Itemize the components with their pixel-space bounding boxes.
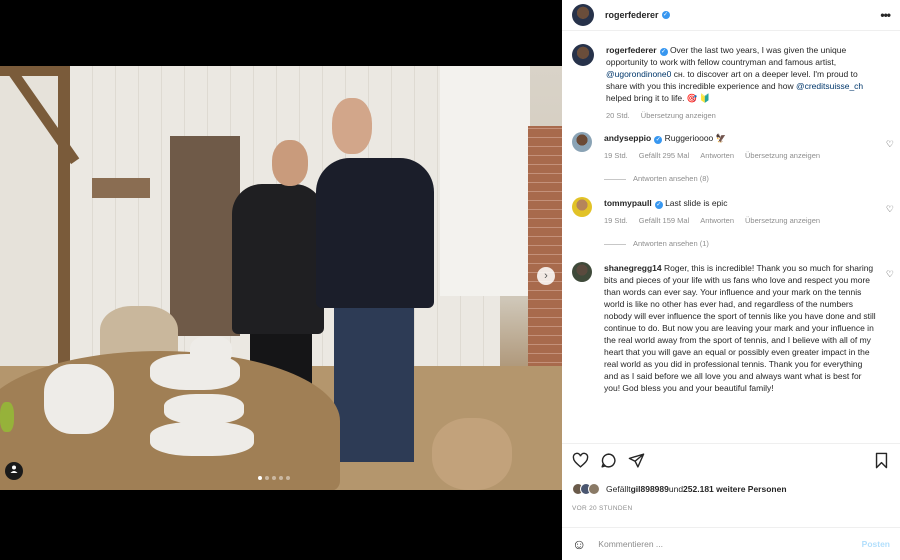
comment-bubble-icon[interactable] [600, 452, 617, 469]
more-options-icon[interactable]: ••• [880, 8, 891, 22]
media-pane: › [0, 0, 562, 560]
post-actions [562, 443, 900, 477]
carousel-dot [286, 476, 290, 480]
caption: rogerfederer ✓ Over the last two years, I… [572, 44, 890, 122]
add-comment-bar: ☺ Posten [562, 527, 900, 560]
caption-text: helped bring it to life. 🎯 🔰 [606, 93, 711, 103]
comment: shanegregg14 Roger, this is incredible! … [572, 262, 894, 394]
comment-username[interactable]: shanegregg14 [604, 263, 662, 273]
verified-badge-icon: ✓ [659, 48, 668, 56]
commenter-avatar[interactable] [572, 197, 592, 217]
carousel-dot [265, 476, 269, 480]
translate-link[interactable]: Übersetzung anzeigen [745, 215, 820, 227]
comment-time: 19 Std. [604, 216, 628, 225]
likes-middle: und [668, 484, 684, 494]
view-replies[interactable]: Antworten ansehen (8) [604, 173, 876, 185]
caption-username[interactable]: rogerfederer [606, 45, 657, 55]
carousel-dot [272, 476, 276, 480]
like-comment-heart-icon[interactable]: ♡ [886, 138, 894, 150]
likes-summary: Gefällt gil898989 und 252.181 weitere Pe… [572, 483, 787, 495]
post-header: rogerfederer ✓ ••• [562, 0, 900, 31]
save-bookmark-icon[interactable] [873, 452, 890, 469]
comment-likes[interactable]: Gefällt 159 Mal [639, 215, 689, 227]
mention-link[interactable]: @creditsuisse_ch [796, 81, 863, 91]
liker-username[interactable]: gil898989 [631, 484, 669, 494]
carousel-dot [279, 476, 283, 480]
translate-link[interactable]: Übersetzung anzeigen [745, 150, 820, 162]
like-comment-heart-icon[interactable]: ♡ [886, 203, 894, 215]
caption-time: 20 Std. [606, 111, 630, 120]
share-send-icon[interactable] [628, 452, 645, 469]
comment-text: Roger, this is incredible! Thank you so … [604, 263, 876, 393]
view-replies-label[interactable]: Antworten ansehen (1) [633, 238, 709, 250]
comment: andyseppio ✓ Ruggerioooo 🦅 ♡ 19 Std. Gefä… [572, 132, 894, 185]
view-replies-label[interactable]: Antworten ansehen (8) [633, 173, 709, 185]
user-tag-icon[interactable] [5, 462, 23, 480]
commenter-avatar[interactable] [572, 132, 592, 152]
likes-others-link[interactable]: 252.181 weitere Personen [683, 484, 786, 494]
comments-list[interactable]: rogerfederer ✓ Over the last two years, I… [562, 36, 900, 443]
post-timestamp[interactable]: VOR 20 STUNDEN [572, 505, 633, 512]
comment-text: Ruggerioooo 🦅 [664, 133, 727, 143]
comment-text: Last slide is epic [665, 198, 728, 208]
reply-button[interactable]: Antworten [700, 215, 734, 227]
comment-username[interactable]: andyseppio [604, 133, 651, 143]
post-photo[interactable] [0, 66, 562, 490]
comment-input[interactable] [598, 539, 862, 549]
view-replies[interactable]: Antworten ansehen (1) [604, 238, 876, 250]
comment: tommypaull ✓ Last slide is epic ♡ 19 Std.… [572, 197, 894, 250]
reply-button[interactable]: Antworten [700, 150, 734, 162]
likes-prefix: Gefällt [606, 484, 631, 494]
verified-badge-icon: ✓ [654, 136, 663, 144]
mention-link[interactable]: @ugorondinone0 [606, 69, 671, 79]
comment-username[interactable]: tommypaull [604, 198, 652, 208]
comment-likes[interactable]: Gefällt 295 Mal [639, 150, 689, 162]
verified-badge-icon: ✓ [654, 201, 663, 209]
like-heart-icon[interactable] [572, 452, 589, 469]
carousel-dots [258, 476, 290, 480]
carousel-next-button[interactable]: › [537, 267, 555, 285]
carousel-dot [258, 476, 262, 480]
liker-avatars [572, 483, 600, 495]
caption-avatar[interactable] [572, 44, 594, 66]
emoji-icon[interactable]: ☺ [572, 536, 586, 552]
author-username[interactable]: rogerfederer [605, 10, 659, 20]
comment-time: 19 Std. [604, 151, 628, 160]
verified-badge-icon: ✓ [661, 11, 670, 19]
post-comment-button[interactable]: Posten [862, 539, 890, 549]
commenter-avatar[interactable] [572, 262, 592, 282]
post-sidebar: rogerfederer ✓ ••• rogerfederer ✓ Over th… [562, 0, 900, 560]
author-avatar[interactable] [572, 4, 594, 26]
like-comment-heart-icon[interactable]: ♡ [886, 268, 894, 280]
translate-link[interactable]: Übersetzung anzeigen [641, 110, 716, 122]
